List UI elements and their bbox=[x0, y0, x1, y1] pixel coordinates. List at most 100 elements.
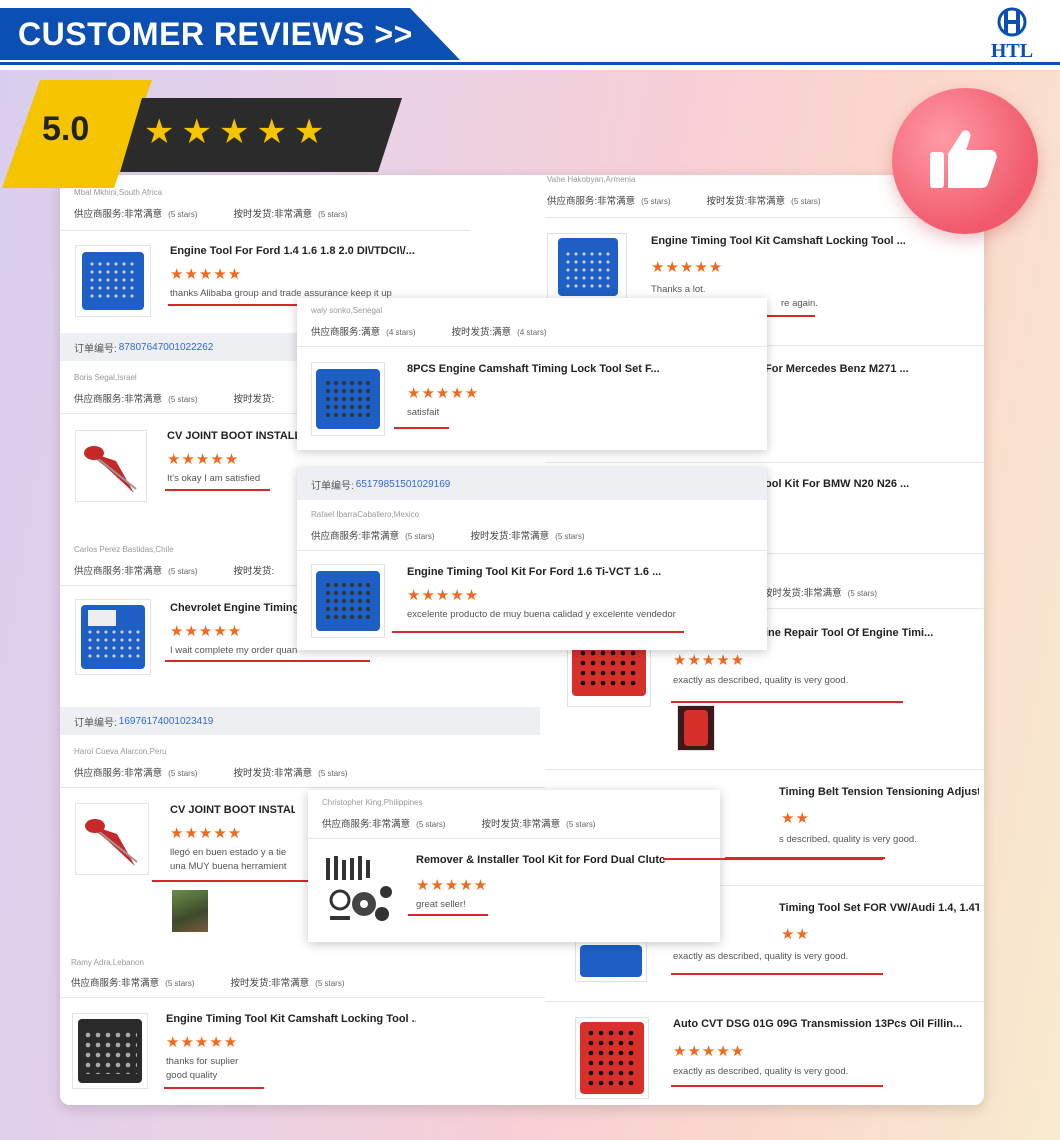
thumbs-up-badge bbox=[892, 88, 1038, 234]
product-title[interactable]: Timing Tool Set FOR VW/Audi 1.4, 1.4T... bbox=[779, 902, 979, 914]
product-title[interactable]: Auto CVT DSG 01G 09G Transmission 13Pcs … bbox=[673, 1018, 973, 1030]
service-rating: 供应商服务:非常满意 (5 stars) 按时发货: bbox=[74, 566, 275, 577]
row-divider bbox=[60, 413, 300, 414]
product-image[interactable] bbox=[75, 599, 151, 675]
product-image[interactable] bbox=[75, 803, 149, 875]
review-stars: ★★★★★ bbox=[407, 385, 480, 402]
product-image[interactable] bbox=[75, 245, 151, 317]
product-title[interactable]: Chevrolet Engine Timing bbox=[170, 602, 298, 614]
review-comment: una MUY buena herramient bbox=[170, 861, 287, 872]
review-comment: re again. bbox=[781, 298, 818, 309]
product-title[interactable]: ool Kit For BMW N20 N26 ... bbox=[765, 478, 965, 490]
product-title[interactable]: Timing Belt Tension Tensioning Adjuste..… bbox=[779, 786, 979, 798]
row-divider bbox=[60, 585, 300, 586]
review-stars: ★★ bbox=[781, 810, 810, 827]
buyer-name: Christopher King,Philippines bbox=[322, 798, 423, 807]
order-number-bar: 订单编号: 65179851501029169 bbox=[297, 468, 767, 500]
row-divider bbox=[545, 769, 984, 770]
review-stars: ★★★★★ bbox=[166, 1034, 239, 1051]
product-image[interactable] bbox=[547, 233, 627, 301]
review-stars: ★★★★★ bbox=[170, 825, 243, 842]
review-stars: ★★★★★ bbox=[407, 587, 480, 604]
comment-underline bbox=[394, 427, 449, 429]
service-rating: 供应商服务:非常满意 (5 stars) 按时发货:非常满意 (5 stars) bbox=[311, 531, 585, 542]
buyer-name: Vahe Hakobyan,Armenia bbox=[547, 175, 636, 184]
buyer-name: Boris Segal,Israel bbox=[74, 373, 137, 382]
review-stars: ★★★★★ bbox=[170, 266, 243, 283]
row-divider bbox=[297, 346, 767, 347]
comment-underline bbox=[165, 489, 270, 491]
review-stars: ★★★★★ bbox=[167, 451, 240, 468]
review-comment: Thanks a lot. bbox=[651, 284, 706, 295]
review-stars: ★★★★★ bbox=[673, 1043, 746, 1060]
comment-underline bbox=[152, 880, 310, 882]
review-comment: good quality bbox=[166, 1070, 218, 1081]
review-comment: s described, quality is very good. bbox=[779, 834, 917, 845]
comment-underline bbox=[663, 858, 883, 860]
review-photo[interactable] bbox=[172, 890, 208, 932]
product-title[interactable]: CV JOINT BOOT INSTALL bbox=[167, 430, 297, 442]
row-divider bbox=[308, 838, 720, 839]
comment-underline bbox=[671, 1085, 883, 1087]
service-rating: 供应商服务:满意 (4 stars) 按时发货:满意 (4 stars) bbox=[311, 327, 547, 338]
product-title[interactable]: Engine Tool For Ford 1.4 1.6 1.8 2.0 DI\… bbox=[170, 245, 440, 257]
htl-logo: HTL bbox=[982, 6, 1042, 62]
product-title[interactable]: Engine Timing Tool Kit Camshaft Locking … bbox=[166, 1013, 416, 1025]
row-divider bbox=[545, 462, 984, 463]
page-title: CUSTOMER REVIEWS >> bbox=[18, 16, 413, 52]
product-image[interactable] bbox=[320, 852, 398, 930]
order-number[interactable]: 65179851501029169 bbox=[356, 479, 451, 490]
rating-stars: ★★★★★ bbox=[144, 113, 332, 151]
rating-value: 5.0 bbox=[42, 110, 90, 148]
comment-underline bbox=[671, 973, 883, 975]
review-comment: satisfait bbox=[407, 407, 440, 418]
order-number-bar: 订单编号: 16976174001023419 bbox=[60, 707, 540, 735]
product-title[interactable]: CV JOINT BOOT INSTAL bbox=[170, 804, 295, 816]
review-comment: excelente producto de muy buena calidad … bbox=[407, 609, 676, 620]
logo-text: HTL bbox=[990, 40, 1034, 62]
review-card-overlay: waly sonko,Senegal 供应商服务:满意 (4 stars) 按时发货… bbox=[297, 298, 767, 450]
product-image[interactable] bbox=[575, 1017, 649, 1099]
review-stars: ★★★★★ bbox=[170, 623, 243, 640]
product-image[interactable] bbox=[311, 362, 385, 436]
row-divider bbox=[60, 230, 470, 231]
review-comment: llegó en buen estado y a tie bbox=[170, 847, 287, 858]
review-comment: exactly as described, quality is very go… bbox=[673, 951, 849, 962]
product-image[interactable] bbox=[575, 940, 647, 982]
product-title[interactable]: Remover & Installer Tool Kit for Ford Du… bbox=[416, 854, 666, 866]
review-comment: It's okay I am satisfied bbox=[167, 473, 261, 484]
thumbs-up-icon bbox=[930, 130, 997, 188]
htl-logo-icon bbox=[997, 7, 1027, 37]
product-title[interactable]: 8PCS Engine Camshaft Timing Lock Tool Se… bbox=[407, 363, 667, 375]
service-rating: 供应商服务:非常满意 (5 stars) 按时发货: bbox=[74, 394, 275, 405]
row-divider bbox=[60, 997, 575, 998]
product-title[interactable]: Engine Timing Tool Kit For Ford 1.6 Ti-V… bbox=[407, 566, 667, 578]
service-rating: 供应商服务:非常满意 (5 stars) 按时发货:非常满意 (5 stars) bbox=[71, 978, 345, 989]
comment-underline bbox=[408, 914, 488, 916]
comment-underline bbox=[165, 660, 370, 662]
service-rating: 供应商服务:非常满意 (5 stars) 按时发货:非常满意 (5 stars) bbox=[547, 196, 821, 207]
order-number[interactable]: 16976174001023419 bbox=[119, 716, 214, 727]
comment-underline bbox=[164, 1087, 264, 1089]
review-comment: exactly as described, quality is very go… bbox=[673, 1066, 849, 1077]
review-stars: ★★ bbox=[781, 926, 810, 943]
product-image[interactable] bbox=[311, 564, 385, 638]
product-title[interactable]: ine Repair Tool Of Engine Timi... bbox=[765, 627, 975, 639]
service-rating: 供应商服务:非常满意 (5 stars) 按时发货:非常满意 (5 stars) bbox=[74, 768, 348, 779]
review-card-overlay: Christopher King,Philippines 供应商服务:非常满意(… bbox=[308, 790, 883, 942]
product-title[interactable]: Engine Timing Tool Kit Camshaft Locking … bbox=[651, 235, 941, 247]
review-stars: ★★★★★ bbox=[673, 652, 746, 669]
order-number[interactable]: 87807647001022262 bbox=[119, 342, 214, 353]
review-photo[interactable] bbox=[677, 705, 715, 751]
comment-underline bbox=[392, 631, 684, 633]
buyer-name: Carlos Perez Bastidas,Chile bbox=[74, 545, 174, 554]
review-comment: exactly as described, quality is very go… bbox=[673, 675, 849, 686]
review-comment: great seller! bbox=[416, 899, 466, 910]
row-divider bbox=[545, 1001, 984, 1002]
product-title[interactable]: For Mercedes Benz M271 ... bbox=[765, 363, 965, 375]
row-divider bbox=[60, 787, 570, 788]
service-rating: 供应商服务:非常满意 (5 stars) 按时发货:非常满意 (5 stars) bbox=[322, 819, 596, 830]
product-image[interactable] bbox=[75, 430, 147, 502]
product-image[interactable] bbox=[72, 1013, 148, 1089]
comment-underline bbox=[671, 701, 903, 703]
